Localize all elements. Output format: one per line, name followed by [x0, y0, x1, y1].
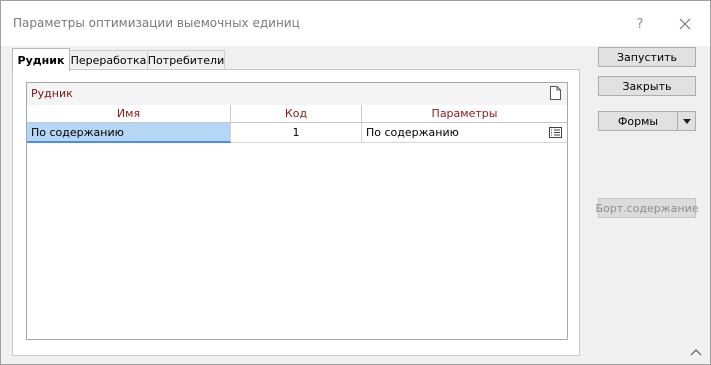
tab-panel: Рудник Имя Код Параметры По содержанию 1…	[12, 69, 580, 356]
column-header-name[interactable]: Имя	[27, 105, 231, 123]
parameters-picker-button[interactable]	[549, 127, 562, 141]
cell-parameters[interactable]: По содержанию	[362, 123, 567, 143]
dialog-window: Параметры оптимизации выемочных единиц ?…	[0, 0, 711, 365]
run-button[interactable]: Запустить	[598, 47, 696, 67]
grid-header: Рудник	[27, 83, 567, 106]
close-button[interactable]: Закрыть	[598, 76, 696, 96]
data-grid: Рудник Имя Код Параметры По содержанию 1…	[26, 82, 568, 340]
help-button[interactable]: ?	[625, 11, 655, 37]
tab-processing[interactable]: Переработка	[69, 50, 148, 70]
close-window-button[interactable]	[670, 11, 700, 37]
dropdown-arrow-icon	[682, 118, 691, 124]
chevron-up-icon	[690, 349, 702, 356]
forms-dropdown-toggle[interactable]	[677, 112, 695, 130]
close-icon	[679, 18, 691, 30]
grid-caption: Рудник	[31, 87, 73, 100]
cutoff-grade-button[interactable]: Борт.содержание	[595, 198, 699, 218]
forms-label: Формы	[617, 114, 659, 128]
forms-dropdown-button[interactable]: Формы	[598, 111, 696, 131]
cell-name[interactable]: По содержанию	[27, 123, 231, 143]
collapse-button[interactable]	[690, 346, 702, 359]
document-icon	[550, 86, 561, 100]
list-icon	[549, 127, 562, 138]
tab-mine[interactable]: Рудник	[12, 48, 70, 71]
column-header-parameters[interactable]: Параметры	[362, 105, 567, 123]
window-title: Параметры оптимизации выемочных единиц	[13, 16, 300, 30]
tab-consumers[interactable]: Потребители	[147, 50, 225, 70]
new-document-button[interactable]	[550, 86, 561, 103]
column-header-code[interactable]: Код	[231, 105, 362, 123]
cell-code[interactable]: 1	[231, 123, 362, 143]
title-bar: Параметры оптимизации выемочных единиц ?	[1, 1, 710, 46]
